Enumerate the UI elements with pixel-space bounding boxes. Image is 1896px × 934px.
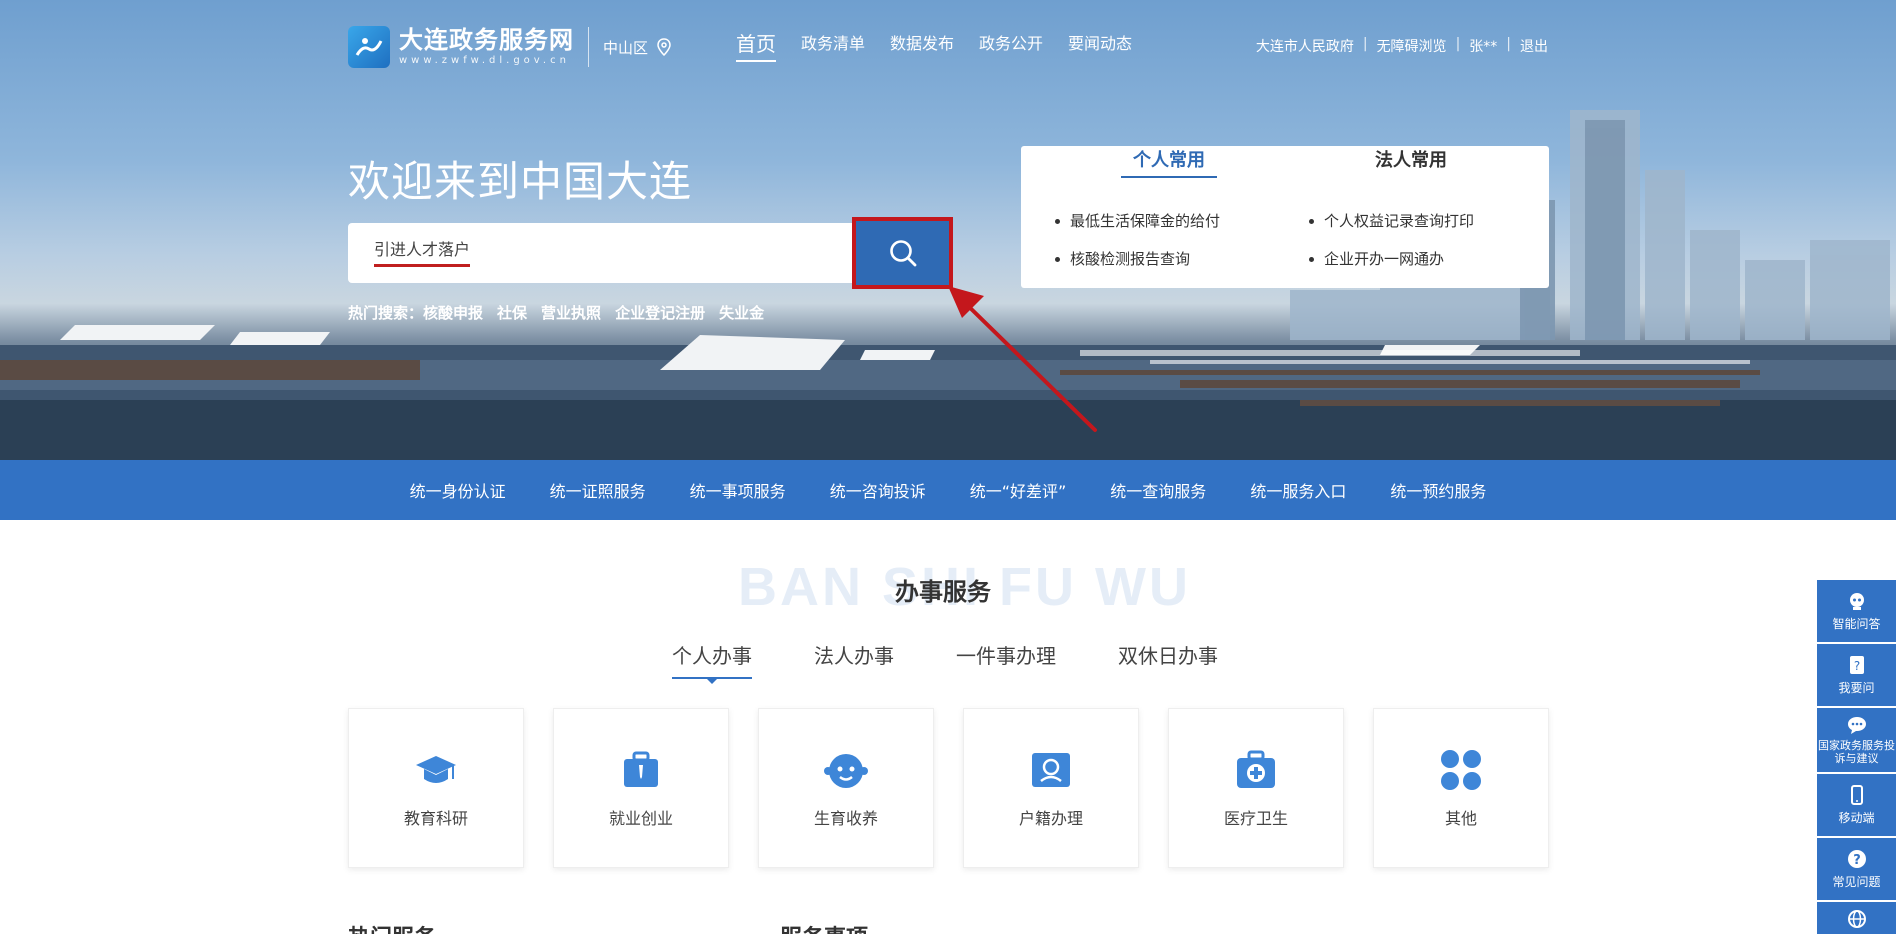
- service-license[interactable]: 统一证照服务: [550, 478, 646, 502]
- hot-search-item[interactable]: 企业登记注册: [615, 302, 705, 323]
- chat-bubble-icon: [1847, 717, 1866, 734]
- link-user-name[interactable]: 张**: [1469, 36, 1497, 56]
- hot-search-item[interactable]: 核酸申报: [423, 302, 483, 323]
- site-logo[interactable]: 大连政务服务网 www.zwfw.dl.gov.cn 中山区: [348, 26, 672, 68]
- medical-kit-icon: [1237, 750, 1275, 788]
- tile-label: 就业创业: [608, 809, 673, 828]
- float-ask[interactable]: ? 我要问: [1817, 644, 1896, 708]
- link-logout[interactable]: 退出: [1520, 36, 1548, 56]
- logo-emblem-icon: [348, 26, 390, 68]
- mobile-phone-icon: [1850, 784, 1863, 805]
- logo-url: www.zwfw.dl.gov.cn: [399, 55, 570, 66]
- hot-search-label: 热门搜索：: [348, 304, 424, 322]
- link-accessibility[interactable]: 无障碍浏览: [1377, 36, 1447, 56]
- float-faq[interactable]: ? 常见问题: [1817, 838, 1896, 902]
- hot-search-item[interactable]: 社保: [497, 302, 527, 323]
- search-icon: [889, 240, 916, 267]
- search-button[interactable]: [852, 217, 953, 289]
- main-nav: 首页 政务清单 数据发布 政务公开 要闻动态: [736, 30, 1157, 62]
- tile-label: 教育科研: [403, 809, 468, 828]
- float-label: 移动端: [1838, 810, 1875, 825]
- float-label: 我要问: [1838, 680, 1875, 695]
- service-matters[interactable]: 统一事项服务: [690, 478, 786, 502]
- search-input[interactable]: 引进人才落户: [348, 223, 856, 283]
- nav-home[interactable]: 首页: [736, 30, 776, 62]
- robot-icon: [1849, 592, 1864, 610]
- globe-icon: [1847, 910, 1866, 928]
- link-city-government[interactable]: 大连市人民政府: [1256, 36, 1354, 56]
- nav-data-release[interactable]: 数据发布: [890, 30, 954, 62]
- tab-one-thing[interactable]: 一件事办理: [956, 640, 1056, 679]
- list-item[interactable]: 核酸检测报告查询: [1055, 240, 1220, 278]
- float-smart-qa[interactable]: 智能问答: [1817, 580, 1896, 644]
- svg-text:?: ?: [1853, 853, 1861, 868]
- category-employment[interactable]: 就业创业: [553, 708, 729, 868]
- clover-icon: [1441, 750, 1481, 790]
- location-pin-icon: [657, 38, 671, 56]
- graduation-cap-icon: [416, 756, 456, 783]
- service-query[interactable]: 统一查询服务: [1110, 478, 1206, 502]
- tab-legal-affairs[interactable]: 法人办事: [814, 640, 894, 679]
- baby-face-icon: [824, 754, 868, 788]
- service-entry[interactable]: 统一服务入口: [1250, 478, 1346, 502]
- category-household-registration[interactable]: 户籍办理: [963, 708, 1139, 868]
- hot-search-item[interactable]: 营业执照: [541, 302, 601, 323]
- help-circle-icon: ?: [1847, 849, 1866, 868]
- district-selector[interactable]: 中山区: [603, 37, 672, 58]
- service-appointment[interactable]: 统一预约服务: [1390, 478, 1486, 502]
- float-label: 智能问答: [1832, 616, 1881, 631]
- nav-government-affairs[interactable]: 政务公开: [979, 30, 1043, 62]
- float-label: 国家政务服务投诉与建议: [1818, 739, 1895, 765]
- link-separator: |: [1362, 36, 1368, 52]
- category-medical[interactable]: 医疗卫生: [1168, 708, 1344, 868]
- service-category-grid: 教育科研 就业创业 生育收养 户籍办理 医疗卫生 其他: [348, 708, 1549, 868]
- annotation-arrow-icon: [948, 286, 1097, 432]
- nav-government-list[interactable]: 政务清单: [801, 30, 865, 62]
- tab-personal-common[interactable]: 个人常用: [1121, 146, 1217, 178]
- section-title: 办事服务: [895, 578, 991, 606]
- tile-label: 医疗卫生: [1223, 809, 1288, 828]
- district-label: 中山区: [603, 38, 649, 57]
- welcome-heading: 欢迎来到中国大连: [348, 157, 693, 206]
- service-consult-complaint[interactable]: 统一咨询投诉: [830, 478, 926, 502]
- float-label: 常见问题: [1832, 874, 1881, 889]
- personal-common-list: 最低生活保障金的给付 核酸检测报告查询: [1055, 202, 1220, 278]
- list-item[interactable]: 个人权益记录查询打印: [1309, 202, 1474, 240]
- tile-label: 其他: [1444, 809, 1477, 828]
- list-item[interactable]: 企业开办一网通办: [1309, 240, 1474, 278]
- briefcase-icon: [624, 751, 658, 787]
- tile-label: 生育收养: [813, 809, 878, 828]
- logo-title: 大连政务服务网: [399, 26, 574, 54]
- list-item[interactable]: 最低生活保障金的给付: [1055, 202, 1220, 240]
- top-links: 大连市人民政府 | 无障碍浏览 | 张** | 退出: [1256, 36, 1548, 56]
- tile-label: 户籍办理: [1018, 809, 1083, 828]
- id-card-icon: [1032, 753, 1070, 787]
- float-globe[interactable]: [1817, 902, 1896, 934]
- category-other[interactable]: 其他: [1373, 708, 1549, 868]
- hot-services-heading: 热门服务: [348, 920, 436, 934]
- float-complaint[interactable]: 国家政务服务投诉与建议: [1817, 708, 1896, 774]
- tab-personal-affairs[interactable]: 个人办事: [672, 640, 752, 684]
- tab-legal-common[interactable]: 法人常用: [1375, 146, 1447, 172]
- unified-services-bar: 统一身份认证 统一证照服务 统一事项服务 统一咨询投诉 统一“好差评” 统一查询…: [0, 460, 1896, 520]
- hot-search: 热门搜索： 核酸申报 社保 营业执照 企业登记注册 失业金: [348, 302, 778, 323]
- nav-news[interactable]: 要闻动态: [1068, 30, 1132, 62]
- hot-search-item[interactable]: 失业金: [719, 302, 764, 323]
- tab-weekend-affairs[interactable]: 双休日办事: [1118, 640, 1218, 679]
- question-doc-icon: ?: [1849, 655, 1864, 674]
- svg-text:?: ?: [1853, 659, 1859, 673]
- service-identity-auth[interactable]: 统一身份认证: [410, 478, 506, 502]
- float-mobile[interactable]: 移动端: [1817, 774, 1896, 838]
- link-separator: |: [1506, 36, 1511, 52]
- logo-divider: [588, 27, 589, 67]
- category-birth-adoption[interactable]: 生育收养: [758, 708, 934, 868]
- right-float-panel: 智能问答 ? 我要问 国家政务服务投诉与建议 移动端 ? 常见问题: [1817, 580, 1896, 934]
- service-evaluation[interactable]: 统一“好差评”: [970, 478, 1067, 502]
- category-education[interactable]: 教育科研: [348, 708, 524, 868]
- service-tabs: 个人办事 法人办事 一件事办理 双休日办事: [672, 640, 1280, 684]
- service-items-heading: 服务事项: [780, 920, 868, 934]
- link-separator: |: [1455, 36, 1461, 52]
- search-input-value: 引进人才落户: [374, 240, 471, 267]
- legal-common-list: 个人权益记录查询打印 企业开办一网通办: [1309, 202, 1474, 278]
